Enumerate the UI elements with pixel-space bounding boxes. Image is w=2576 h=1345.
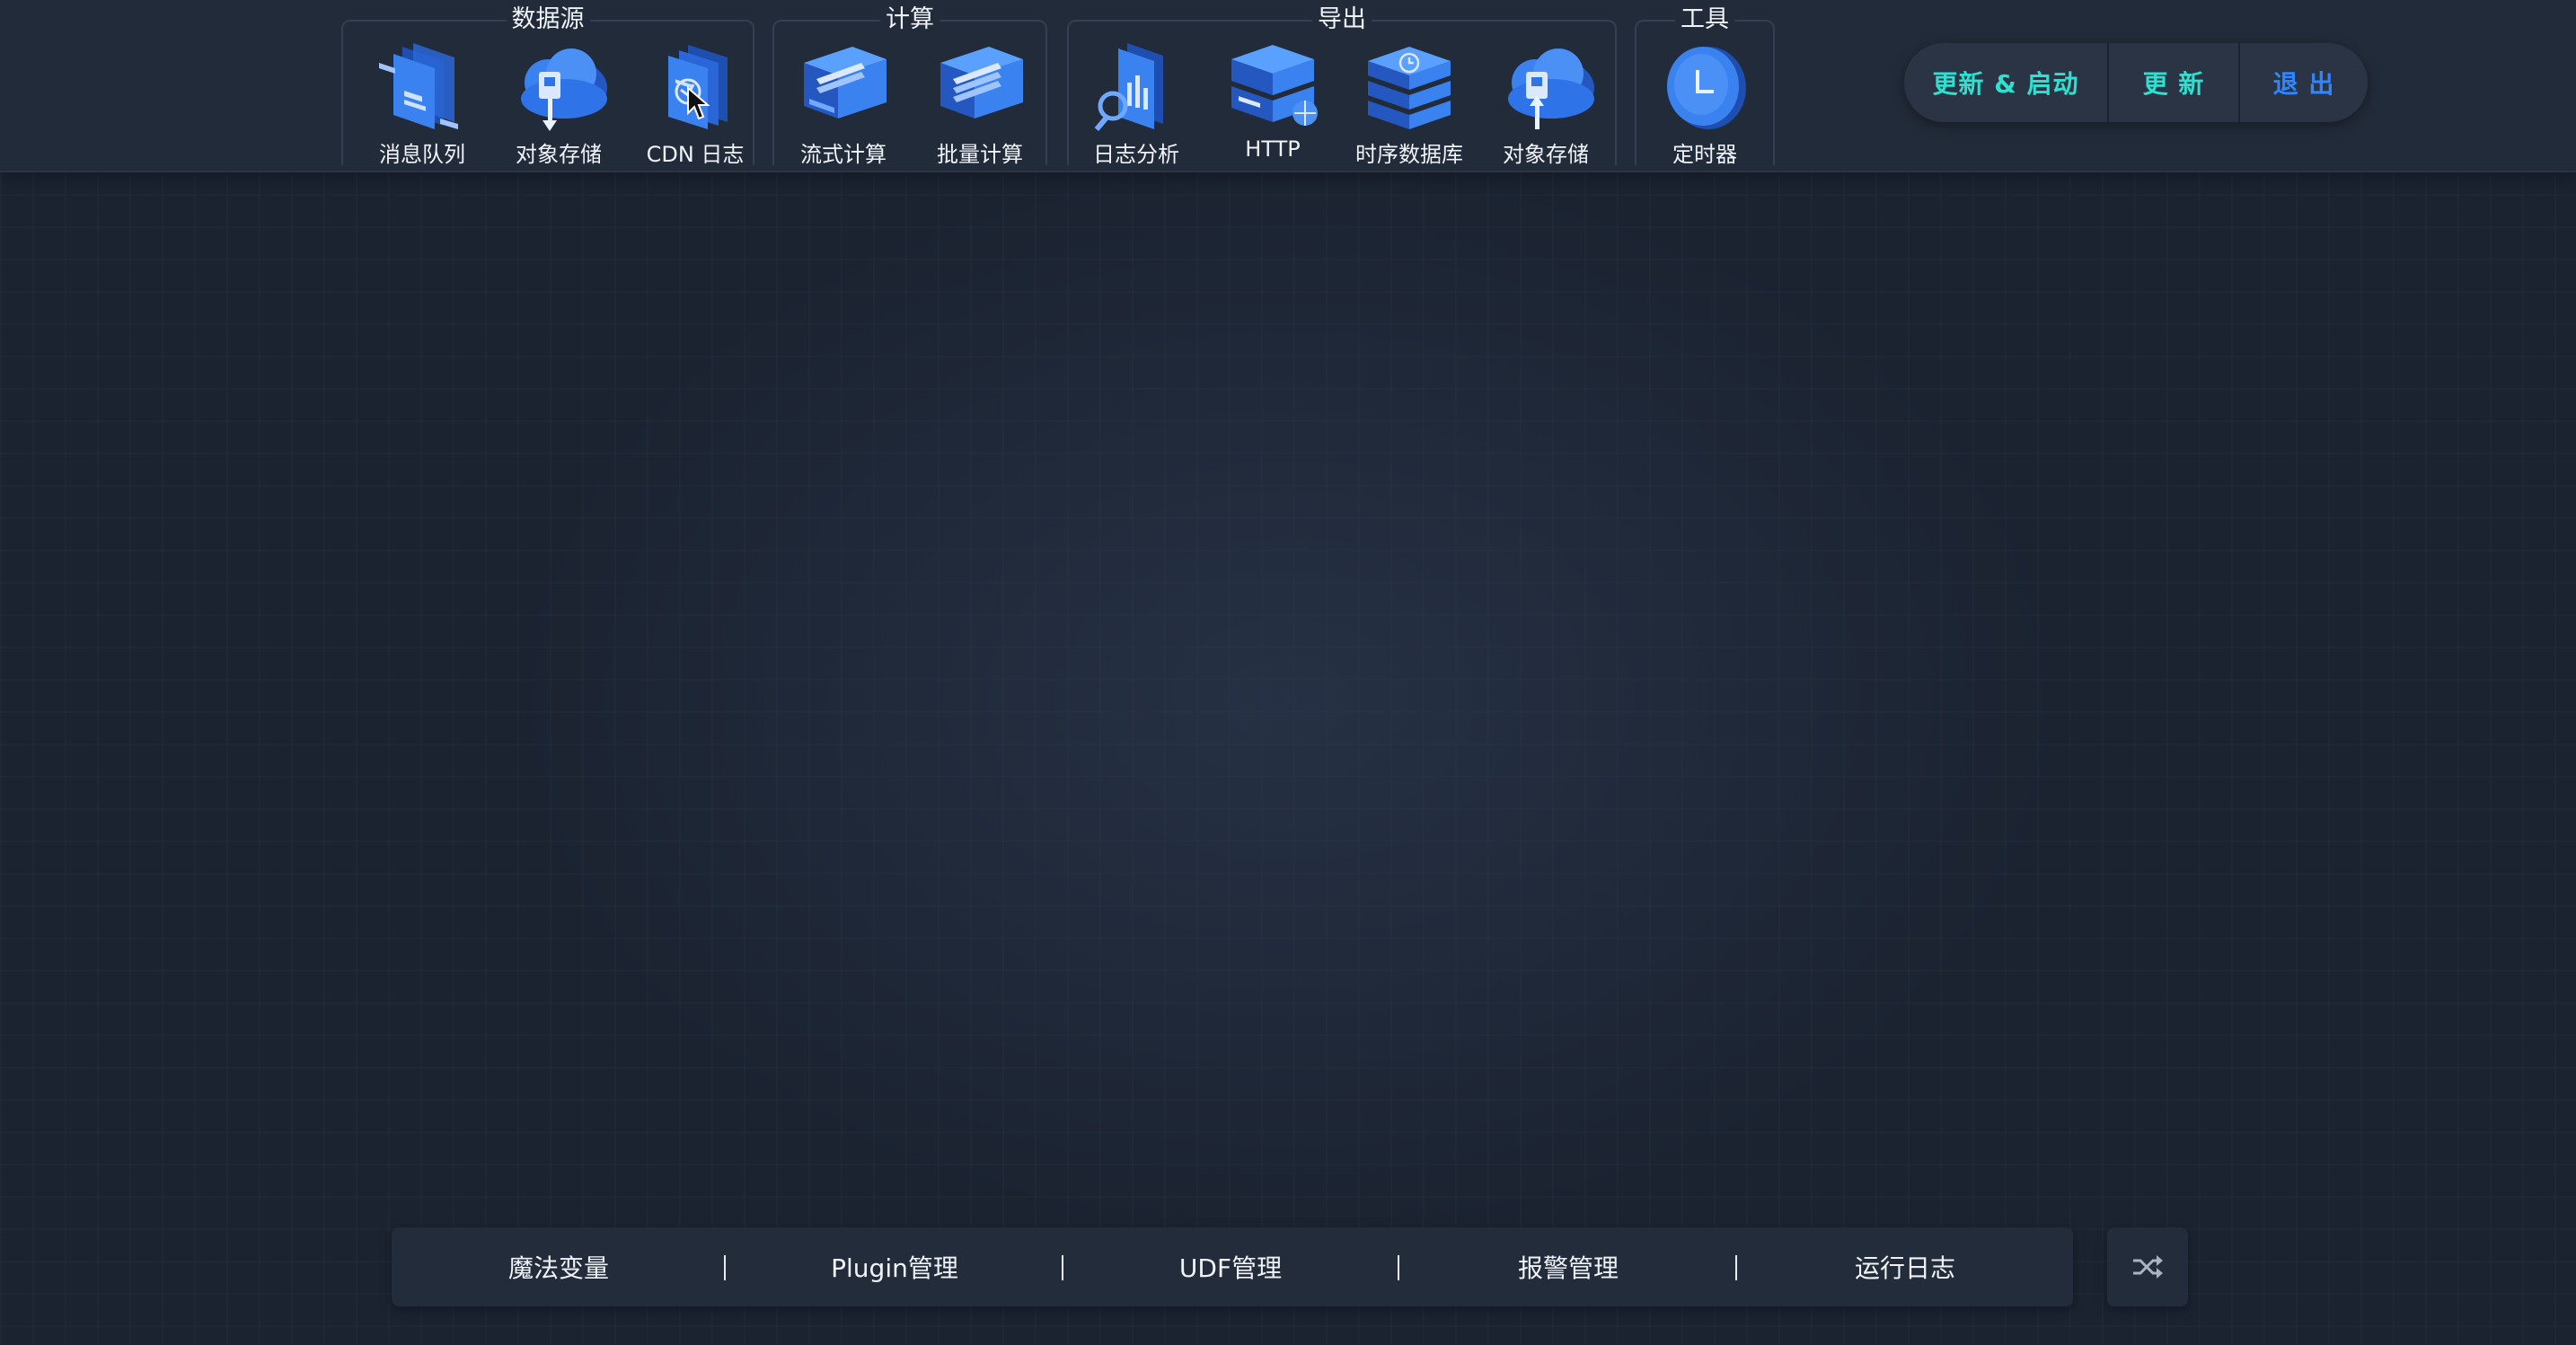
tool-stream-compute[interactable]: 流式计算	[776, 36, 911, 171]
divider	[1735, 1255, 1737, 1280]
action-button-group: 更新 & 启动 更 新 退 出	[1904, 43, 2368, 122]
tool-label: 流式计算	[800, 142, 887, 167]
udf-management-button[interactable]: UDF管理	[1096, 1227, 1365, 1306]
tool-timeseries-db[interactable]: 时序数据库	[1342, 36, 1477, 171]
group-title-data-source: 数据源	[506, 5, 590, 33]
batch-compute-icon	[940, 47, 1023, 119]
tool-label: 日志分析	[1093, 142, 1179, 167]
stream-compute-icon	[804, 47, 887, 119]
shuffle-icon	[2133, 1255, 2163, 1279]
tool-label: 定时器	[1672, 142, 1737, 167]
tool-label: 批量计算	[937, 142, 1023, 167]
timeseries-db-icon	[1368, 47, 1451, 129]
tool-label: 消息队列	[379, 142, 465, 167]
log-analysis-icon	[1094, 43, 1163, 132]
mouse-cursor-icon	[687, 86, 710, 120]
group-title-compute: 计算	[880, 5, 940, 33]
tool-batch-compute[interactable]: 批量计算	[913, 36, 1047, 171]
plugin-management-button[interactable]: Plugin管理	[760, 1227, 1029, 1306]
tool-label: 时序数据库	[1355, 142, 1463, 167]
tool-object-storage-export[interactable]: 对象存储	[1478, 36, 1613, 171]
alert-management-button[interactable]: 报警管理	[1434, 1227, 1703, 1306]
tool-message-queue[interactable]: 消息队列	[355, 36, 490, 171]
tool-label: 对象存储	[516, 142, 602, 167]
divider	[1398, 1255, 1399, 1280]
group-export: 导出 日志分析 HTTP 时序数据库 对象存储	[1067, 5, 1617, 167]
bottom-menu-bar: 魔法变量 Plugin管理 UDF管理 报警管理 运行日志	[392, 1227, 2073, 1306]
magic-variables-button[interactable]: 魔法变量	[424, 1227, 693, 1306]
timer-icon	[1667, 47, 1746, 129]
object-storage-icon	[1508, 48, 1594, 129]
tool-log-analysis[interactable]: 日志分析	[1069, 36, 1204, 171]
divider	[1062, 1255, 1063, 1280]
group-tools: 工具 定时器	[1635, 5, 1775, 167]
run-log-button[interactable]: 运行日志	[1770, 1227, 2040, 1306]
shuffle-button[interactable]	[2107, 1227, 2188, 1306]
group-title-tools: 工具	[1675, 5, 1734, 33]
update-button[interactable]: 更 新	[2109, 43, 2240, 122]
update-and-start-button[interactable]: 更新 & 启动	[1904, 43, 2109, 122]
message-queue-icon	[379, 43, 458, 129]
group-compute: 计算 流式计算 批量计算	[772, 5, 1047, 167]
tool-object-storage-source[interactable]: 对象存储	[491, 36, 626, 171]
object-storage-icon	[521, 48, 607, 131]
top-toolbar: 数据源 消息队列 对象存储 CDN 日志 计算 流式计算 批量计算 导出 日志分…	[0, 0, 2576, 172]
divider	[724, 1255, 726, 1280]
tool-label: HTTP	[1245, 136, 1301, 162]
exit-button[interactable]: 退 出	[2240, 43, 2368, 122]
tool-label: CDN 日志	[646, 142, 745, 167]
group-title-export: 导出	[1312, 5, 1372, 33]
tool-http[interactable]: HTTP	[1205, 36, 1340, 171]
http-icon	[1231, 45, 1318, 126]
tool-label: 对象存储	[1503, 142, 1589, 167]
tool-timer[interactable]: 定时器	[1637, 36, 1772, 171]
